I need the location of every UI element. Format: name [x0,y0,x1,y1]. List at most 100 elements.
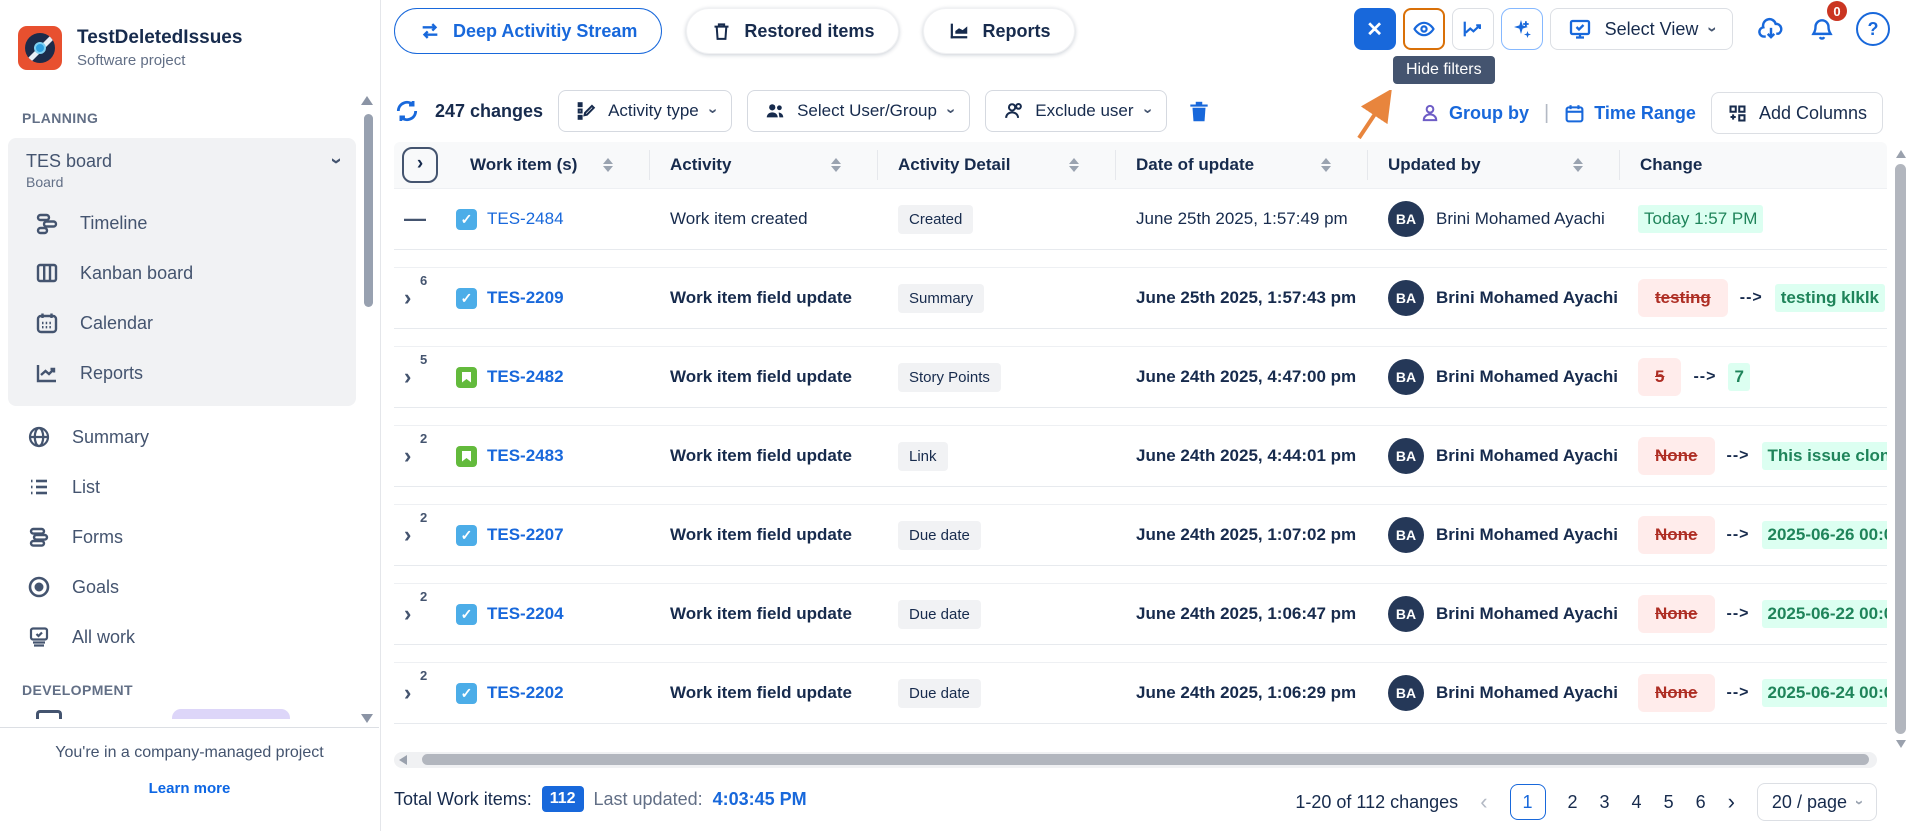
work-item-key-link[interactable]: TES-2204 [487,604,564,624]
main-content: Deep Activitiy Stream Restored items Rep… [381,0,1915,831]
horizontal-scrollbar[interactable] [394,752,1877,768]
calendar-icon [34,310,60,336]
horizontal-scroll-thumb[interactable] [422,754,1869,765]
column-header-work-item[interactable]: Work item (s) [450,150,650,180]
row-expander[interactable]: › 2 [394,680,440,706]
sidebar-item-calendar[interactable]: Calendar [8,298,356,348]
refresh-icon[interactable] [394,98,420,124]
row-expander[interactable]: — [394,206,440,232]
expander-icon: › [404,364,411,389]
sidebar-item-forms[interactable]: Forms [0,512,380,562]
next-page-icon[interactable]: › [1728,789,1735,815]
expander-count-badge: 2 [420,431,427,446]
table-row[interactable]: › 2 ✓ TES-2207 Work item field update Du… [394,504,1887,566]
table-row[interactable]: — ✓ TES-2484 Work item created Created J… [394,188,1887,250]
activity-type-dropdown[interactable]: Activity type › [558,90,732,132]
page-4[interactable]: 4 [1632,792,1642,813]
work-item-key-link[interactable]: TES-2483 [487,446,564,466]
tab-reports[interactable]: Reports [923,8,1075,54]
vertical-scrollbar[interactable] [1895,150,1908,748]
page-5[interactable]: 5 [1664,792,1674,813]
page-2[interactable]: 2 [1568,792,1578,813]
sort-icon[interactable] [831,158,841,172]
row-expander[interactable]: › 2 [394,601,440,627]
sidebar-item-kanban[interactable]: Kanban board [8,248,356,298]
change-arrow: --> [1693,368,1716,386]
old-value-chip: testing [1638,279,1728,317]
sidebar-item-summary[interactable]: Summary [0,412,380,462]
sidebar-scroll-up-icon[interactable] [361,96,373,105]
vertical-scroll-thumb[interactable] [1895,164,1906,734]
add-columns-button[interactable]: Add Columns [1711,92,1883,134]
expand-all-button[interactable]: › [402,147,438,183]
row-expander[interactable]: › 6 [394,285,440,311]
table-row[interactable]: › 2 ✓ TES-2202 Work item field update Du… [394,662,1887,724]
page-size-dropdown[interactable]: 20 / page › [1757,783,1877,821]
work-item-key-link[interactable]: TES-2209 [487,288,564,308]
ai-sparkles-button[interactable] [1501,8,1543,50]
sort-icon[interactable] [1573,158,1583,172]
work-item-key-link[interactable]: TES-2207 [487,525,564,545]
column-header-updated-by[interactable]: Updated by [1368,150,1620,180]
last-updated-label: Last updated: [594,789,703,810]
page-3[interactable]: 3 [1600,792,1610,813]
table-row[interactable]: › 5 TES-2482 Work item field update Stor… [394,346,1887,408]
sort-icon[interactable] [603,158,613,172]
user-group-dropdown[interactable]: Select User/Group › [747,90,970,132]
scroll-up-icon[interactable] [1896,150,1906,158]
row-expander[interactable]: › 2 [394,522,440,548]
scroll-down-icon[interactable] [1896,740,1906,748]
help-button[interactable]: ? [1856,12,1890,46]
board-title: TES board [26,151,112,172]
table-row[interactable]: › 6 ✓ TES-2209 Work item field update Su… [394,267,1887,329]
page-1[interactable]: 1 [1510,784,1546,820]
new-value-chip: 2025-06-24 00:0 [1762,679,1888,707]
tab-deep-activity-stream[interactable]: Deep Activitiy Stream [394,8,662,54]
hide-filters-button[interactable] [1403,8,1445,50]
column-header-activity[interactable]: Activity [650,150,878,180]
chevron-right-icon: › [417,153,423,175]
column-header-date[interactable]: Date of update [1116,150,1368,180]
group-by-control[interactable]: Group by [1420,103,1529,124]
sidebar-item-timeline[interactable]: Timeline [8,198,356,248]
work-item-key-link[interactable]: TES-2482 [487,367,564,387]
expander-count-badge: 2 [420,589,427,604]
work-item-key-link[interactable]: TES-2202 [487,683,564,703]
clear-filters-trash-icon[interactable] [1186,98,1212,124]
total-label: Total Work items: [394,789,532,810]
time-range-control[interactable]: Time Range [1564,103,1696,124]
scroll-left-icon[interactable] [399,755,407,765]
select-view-dropdown[interactable]: Select View › [1550,8,1733,50]
work-item-key-link[interactable]: TES-2484 [487,209,564,229]
notifications-button[interactable]: 0 [1803,8,1841,50]
sidebar-item-goals[interactable]: Goals [0,562,380,612]
table-row[interactable]: › 2 ✓ TES-2204 Work item field update Du… [394,583,1887,645]
sidebar-item-list[interactable]: List [0,462,380,512]
page-6[interactable]: 6 [1696,792,1706,813]
sidebar-scrollbar[interactable] [364,114,373,307]
updated-by-cell: BA Brini Mohamed Ayachi [1368,201,1620,237]
cloud-sync-button[interactable] [1752,8,1790,50]
close-button[interactable]: ✕ [1354,8,1396,50]
date-cell: June 24th 2025, 4:47:00 pm [1116,367,1368,387]
sort-icon[interactable] [1069,158,1079,172]
sort-icon[interactable] [1321,158,1331,172]
sidebar-scroll-down-icon[interactable] [361,714,373,723]
table-row[interactable]: › 2 TES-2483 Work item field update Link… [394,425,1887,487]
sidebar-item-all-work[interactable]: All work [0,612,380,662]
activity-cell: Work item field update [650,367,878,387]
detail-chip: Due date [898,600,981,629]
trend-report-button[interactable] [1452,8,1494,50]
row-expander[interactable]: › 2 [394,443,440,469]
exclude-user-dropdown[interactable]: Exclude user › [985,90,1167,132]
new-value-chip: Today 1:57 PM [1638,205,1763,233]
tab-restored-items[interactable]: Restored items [686,8,899,54]
sidebar-item-reports[interactable]: Reports [8,348,356,398]
column-header-change[interactable]: Change [1620,150,1887,180]
row-expander[interactable]: › 5 [394,364,440,390]
prev-page-icon[interactable]: ‹ [1480,789,1487,815]
chevron-down-icon: › [704,108,720,113]
column-header-activity-detail[interactable]: Activity Detail [878,150,1116,180]
learn-more-link[interactable]: Learn more [149,780,231,797]
board-switcher[interactable]: TES board Board › [8,151,356,198]
